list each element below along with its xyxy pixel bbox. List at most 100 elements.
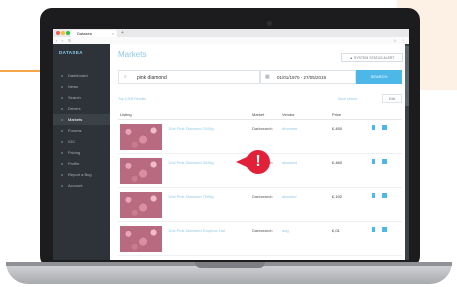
price-cell: £,460: [332, 160, 343, 165]
sidebar-item-search[interactable]: Search: [53, 92, 110, 103]
info-icon[interactable]: [372, 159, 375, 164]
laptop-notch: [195, 262, 265, 268]
nav-bullet-icon: [61, 118, 63, 121]
edit-button[interactable]: Edit: [382, 94, 402, 103]
listing-thumbnail[interactable]: [120, 192, 162, 218]
table-header: Listing Market Vendor Price: [118, 110, 402, 120]
maximize-window-icon[interactable]: [66, 31, 70, 35]
sidebar-item-label: Markets: [68, 117, 83, 122]
listing-link[interactable]: 10ct Pink Diamond Dropbox Lite: [168, 228, 225, 233]
tab-close-icon[interactable]: ×: [112, 30, 114, 37]
sidebar-item-news[interactable]: News: [53, 81, 110, 92]
date-range-field[interactable]: ▦ 01/01/1970 - 27/05/2019: [260, 70, 356, 84]
vendor-link[interactable]: abcaved: [282, 160, 297, 165]
new-tab-icon[interactable]: +: [121, 30, 124, 36]
column-listing: Listing: [120, 112, 132, 117]
column-price: Price: [332, 112, 342, 117]
sidebar-item-drivers[interactable]: Drivers: [53, 103, 110, 114]
forward-icon[interactable]: ›: [62, 37, 63, 44]
price-cell: £,01: [332, 228, 340, 233]
vendor-link[interactable]: adg: [282, 228, 289, 233]
column-market: Market: [252, 112, 265, 117]
sidebar-item-label: Dashboard: [68, 73, 88, 78]
price-cell: £,450: [332, 126, 343, 131]
browser-tabbar: Datasea × +: [53, 29, 409, 37]
date-range-value: 01/01/1970 - 27/05/2019: [277, 75, 327, 80]
listing-thumbnail[interactable]: [120, 124, 162, 150]
sidebar-item-label: News: [68, 84, 79, 89]
listing-link[interactable]: 10ct Pink Diamond 70/6ig: [168, 194, 214, 199]
table-row[interactable]: 1gr Pink Crystal Long BowlineDarksearchl…: [118, 256, 402, 260]
save-search-link[interactable]: Save search: [338, 97, 357, 101]
alert-icon: !: [246, 150, 270, 174]
search-input[interactable]: ⌕ pink diamond: [118, 70, 260, 84]
nav-bullet-icon: [61, 129, 63, 132]
nav-bullet-icon: [61, 173, 63, 176]
table-row[interactable]: 10ct Pink Diamond Dropbox Lite Darksearch…: [118, 222, 402, 256]
sidebar-item-label: Account: [68, 183, 83, 188]
page-title: Markets: [118, 50, 147, 59]
bookmark-icon[interactable]: [382, 125, 387, 130]
info-icon[interactable]: [372, 227, 375, 232]
listing-thumbnail[interactable]: [120, 226, 162, 252]
market-cell: Darksearch: [252, 194, 273, 199]
reload-icon[interactable]: ↻: [68, 37, 71, 44]
search-button[interactable]: SEARCH: [356, 70, 402, 84]
sidebar-item-forums[interactable]: Forums: [53, 125, 110, 136]
star-icon[interactable]: ☆: [393, 37, 397, 44]
sidebar-item-label: Search: [68, 95, 81, 100]
sidebar-item-ioc[interactable]: IOC: [53, 136, 110, 147]
sidebar-item-dashboard[interactable]: Dashboard: [53, 70, 110, 81]
table-row[interactable]: 10ct Pink Diamond 20/6ig Darksearch dbvone…: [118, 120, 402, 154]
info-icon[interactable]: [372, 125, 375, 130]
info-icon[interactable]: [372, 193, 375, 198]
nav-bullet-icon: [61, 140, 63, 143]
market-cell: Darksearch: [252, 126, 273, 131]
sidebar-item-label: IOC: [68, 139, 76, 144]
browser-tab[interactable]: Datasea ×: [71, 30, 117, 37]
price-cell: £,192: [332, 194, 343, 199]
vendor-link[interactable]: dbvonee: [282, 126, 297, 131]
nav-bullet-icon: [61, 162, 63, 165]
vendor-link[interactable]: abcared: [282, 194, 296, 199]
calendar-icon: ▦: [265, 74, 270, 80]
listing-link[interactable]: 10ct Pink Diamond 20/6ig: [168, 126, 214, 131]
results-table: Listing Market Vendor Price 10ct Pink Di…: [118, 110, 402, 260]
search-value: pink diamond: [137, 75, 167, 81]
brand-logo: DATASEA: [59, 50, 83, 55]
system-status-button[interactable]: ▲ SYSTEM STATUS ALERT: [341, 53, 403, 62]
tab-title: Datasea: [77, 31, 92, 36]
nav-bullet-icon: [61, 96, 63, 99]
sidebar-item-label: Report a Bug: [68, 172, 92, 177]
nav-bullet-icon: [61, 74, 63, 77]
listing-thumbnail[interactable]: [120, 158, 162, 184]
search-icon: ⌕: [124, 74, 127, 80]
close-window-icon[interactable]: [56, 31, 60, 35]
sidebar-item-markets[interactable]: Markets: [53, 114, 110, 125]
sidebar-item-account[interactable]: Account: [53, 180, 110, 191]
table-row[interactable]: 10ct Pink Diamond 70/6ig Darksearch abcare…: [118, 188, 402, 222]
scrollbar[interactable]: [405, 44, 409, 260]
bookmark-icon[interactable]: [382, 193, 387, 198]
nav-bullet-icon: [61, 107, 63, 110]
camera-icon: [267, 21, 272, 26]
menu-icon[interactable]: ⋮: [401, 37, 405, 44]
sidebar-item-pricing[interactable]: Pricing: [53, 147, 110, 158]
sidebar-item-profile[interactable]: Profile: [53, 158, 110, 169]
sidebar-item-label: Forums: [68, 128, 82, 133]
market-cell: Darksearch: [252, 228, 273, 233]
listing-link[interactable]: 10ct Pink Diamond 30/6ig: [168, 160, 214, 165]
column-vendor: Vendor: [282, 112, 295, 117]
nav-bullet-icon: [61, 85, 63, 88]
minimize-window-icon[interactable]: [61, 31, 65, 35]
screen: Datasea × + ‹ › ↻ ☆ ⋮ DATASEA Dashboard N…: [53, 29, 409, 260]
sidebar-item-label: Drivers: [68, 106, 81, 111]
sidebar-item-label: Profile: [68, 161, 80, 166]
bookmark-icon[interactable]: [382, 159, 387, 164]
sidebar-item-report-a-bug[interactable]: Report a Bug: [53, 169, 110, 180]
bookmark-icon[interactable]: [382, 227, 387, 232]
nav-bullet-icon: [61, 151, 63, 154]
scroll-thumb[interactable]: [405, 46, 409, 106]
back-icon[interactable]: ‹: [56, 37, 57, 44]
sidebar: DATASEA Dashboard News Search Drivers Market…: [53, 44, 110, 260]
